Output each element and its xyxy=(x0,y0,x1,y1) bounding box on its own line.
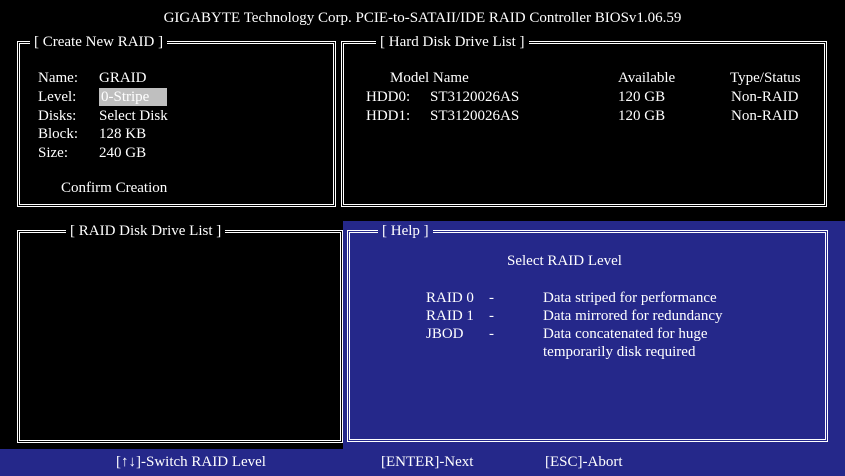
help-item-desc: Data mirrored for redundancy xyxy=(543,308,723,324)
level-label: Level: xyxy=(38,89,77,105)
next-hint: [ENTER]-Next xyxy=(381,454,474,470)
help-item-desc: Data striped for performance xyxy=(543,290,717,306)
disks-value[interactable]: Select Disk xyxy=(99,107,168,125)
footer-bar: [↑↓]-Switch RAID Level [ENTER]-Next [ESC… xyxy=(0,449,845,476)
help-item-dash: - xyxy=(489,308,494,324)
level-select[interactable]: 0-Stripe xyxy=(99,88,168,106)
column-model-name: Model Name xyxy=(390,70,469,86)
hdd-row-model[interactable]: ST3120026AS xyxy=(430,88,519,106)
help-item-desc: Data concatenated for huge xyxy=(543,326,708,342)
raid-list-panel: [ RAID Disk Drive List ] xyxy=(17,222,343,443)
hdd-row-available: 120 GB xyxy=(618,108,666,124)
hdd-row-model[interactable]: ST3120026AS xyxy=(430,107,519,125)
hdd-row-id[interactable]: HDD0: xyxy=(366,88,410,106)
raid-list-title: [ RAID Disk Drive List ] xyxy=(66,222,226,240)
help-heading: Select RAID Level xyxy=(507,253,622,269)
help-item-dash: - xyxy=(489,290,494,306)
hdd-list-title: [ Hard Disk Drive List ] xyxy=(376,33,529,51)
column-available: Available xyxy=(618,70,676,86)
hdd-row-type: Non-RAID xyxy=(731,108,799,124)
size-value[interactable]: 240 GB xyxy=(99,144,146,162)
switch-raid-level-hint: [↑↓]-Switch RAID Level xyxy=(116,454,266,470)
help-title: [ Help ] xyxy=(378,222,433,240)
disks-label: Disks: xyxy=(38,108,77,124)
hdd-row-type: Non-RAID xyxy=(731,89,799,105)
hdd-row-id[interactable]: HDD1: xyxy=(366,107,410,125)
name-value[interactable]: GRAID xyxy=(99,69,147,87)
column-type-status: Type/Status xyxy=(730,70,801,86)
bios-title: GIGABYTE Technology Corp. PCIE-to-SATAII… xyxy=(163,10,682,26)
confirm-creation-button[interactable]: Confirm Creation xyxy=(61,179,167,197)
create-raid-title: [ Create New RAID ] xyxy=(30,33,168,51)
hdd-list-panel: [ Hard Disk Drive List ] Model Name Avai… xyxy=(341,33,827,207)
help-item-key: JBOD xyxy=(426,326,464,342)
help-item-desc-continuation: temporarily disk required xyxy=(543,344,696,360)
help-item-key: RAID 0 xyxy=(426,290,474,306)
block-label: Block: xyxy=(38,126,78,142)
hdd-row-available: 120 GB xyxy=(618,89,666,105)
name-label: Name: xyxy=(38,70,78,86)
create-raid-panel: [ Create New RAID ] Name: GRAID Level: 0… xyxy=(17,33,336,207)
help-item-dash: - xyxy=(489,326,494,342)
block-value[interactable]: 128 KB xyxy=(99,125,146,143)
help-panel: [ Help ] Select RAID Level RAID 0 - Data… xyxy=(347,222,828,442)
help-item-key: RAID 1 xyxy=(426,308,474,324)
abort-hint: [ESC]-Abort xyxy=(545,454,623,470)
size-label: Size: xyxy=(38,145,68,161)
